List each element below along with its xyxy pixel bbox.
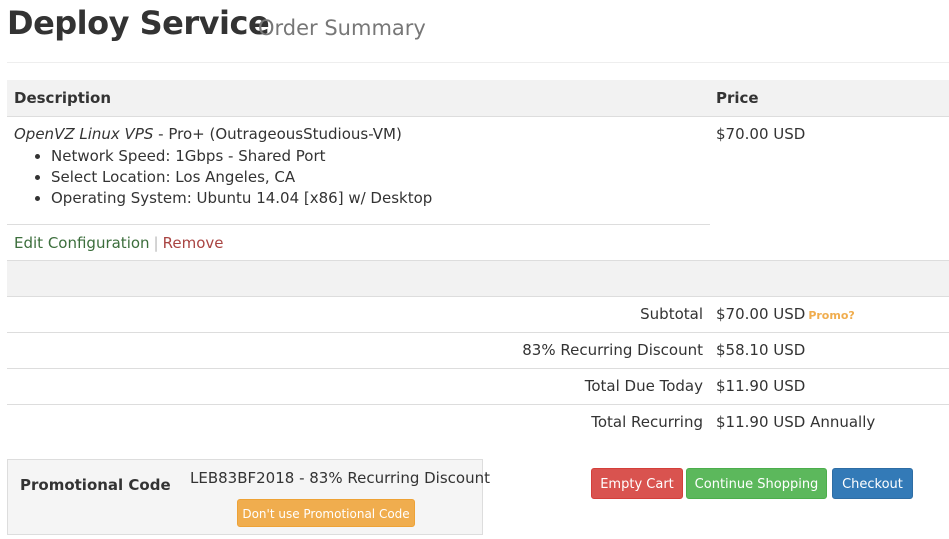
total-due-today-label: Total Due Today [584, 377, 703, 395]
remove-item-link[interactable]: Remove [163, 234, 224, 252]
option-operating-system: Operating System: Ubuntu 14.04 [x86] w/ … [51, 188, 432, 209]
empty-cart-button[interactable]: Empty Cart [591, 468, 683, 499]
product-price: $70.00 USD [716, 125, 806, 143]
product-description: OpenVZ Linux VPS - Pro+ (OutrageousStudi… [14, 125, 402, 143]
summary-divider [7, 404, 949, 405]
promo-code-label: Promotional Code [20, 476, 171, 494]
spacer-row [7, 261, 949, 296]
page-title: Deploy Service [7, 4, 270, 42]
summary-divider-top [7, 296, 949, 297]
summary-divider [7, 368, 949, 369]
title-divider [7, 62, 949, 63]
option-network-speed: Network Speed: 1Gbps - Shared Port [51, 146, 432, 167]
option-location: Select Location: Los Angeles, CA [51, 167, 432, 188]
link-separator: | [153, 234, 159, 252]
item-actions: Edit Configuration | Remove [14, 234, 223, 252]
continue-shopping-button[interactable]: Continue Shopping [686, 468, 827, 499]
promo-link[interactable]: Promo? [808, 309, 854, 322]
applied-promo-code: LEB83BF2018 - 83% Recurring Discount [190, 469, 490, 487]
checkout-button[interactable]: Checkout [832, 468, 913, 499]
product-plan: - Pro+ (OutrageousStudious-VM) [153, 125, 402, 143]
product-options-list: Network Speed: 1Gbps - Shared Port Selec… [32, 146, 432, 209]
discount-value: $58.10 USD [716, 341, 806, 359]
total-recurring-label: Total Recurring [591, 413, 703, 431]
column-header-description: Description [14, 89, 112, 107]
page-subtitle: Order Summary [258, 16, 426, 40]
total-recurring-value: $11.90 USD Annually [716, 413, 876, 431]
item-divider [7, 224, 710, 225]
edit-configuration-link[interactable]: Edit Configuration [14, 234, 150, 252]
summary-divider [7, 332, 949, 333]
product-name: OpenVZ Linux VPS [14, 125, 154, 143]
subtotal-amount: $70.00 USD [716, 305, 806, 323]
remove-promo-code-button[interactable]: Don't use Promotional Code [237, 499, 415, 527]
column-header-price: Price [716, 89, 759, 107]
discount-label: 83% Recurring Discount [522, 341, 703, 359]
subtotal-value: $70.00 USD Promo? [716, 305, 855, 323]
table-header [7, 80, 949, 117]
subtotal-label: Subtotal [640, 305, 703, 323]
total-due-today-value: $11.90 USD [716, 377, 806, 395]
